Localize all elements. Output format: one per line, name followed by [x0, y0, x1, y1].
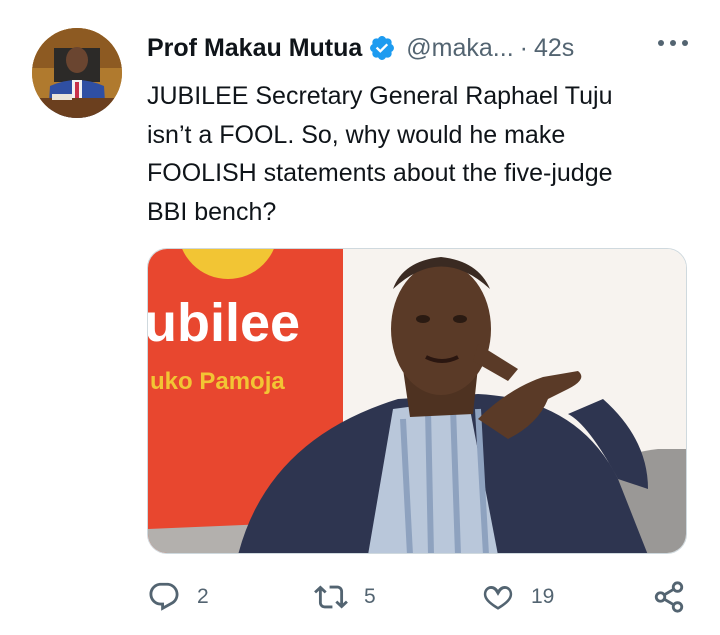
retweet-icon: [314, 585, 348, 609]
share-button[interactable]: [652, 580, 686, 614]
heart-icon: [483, 586, 513, 610]
author-handle[interactable]: @maka...: [406, 34, 513, 63]
separator-dot: ·: [519, 33, 528, 62]
reply-button[interactable]: 2: [147, 580, 209, 614]
author-name[interactable]: Prof Makau Mutua: [147, 34, 362, 63]
like-count: 19: [531, 585, 555, 608]
tweet-text: JUBILEE Secretary General Raphael Tuju i…: [147, 82, 613, 226]
sign-text-sub: uko Pamoja: [150, 368, 285, 395]
tweet-header: Prof Makau Mutua @maka... · 42s: [147, 28, 692, 68]
avatar-image: [32, 28, 122, 118]
more-options-icon[interactable]: [654, 32, 692, 54]
share-icon: [654, 581, 684, 613]
reply-count: 2: [197, 585, 209, 608]
verified-badge-icon: [370, 36, 395, 60]
retweet-count: 5: [364, 585, 376, 608]
sign-text-main: ubilee: [148, 293, 300, 353]
timestamp[interactable]: 42s: [534, 34, 574, 63]
avatar[interactable]: [32, 28, 122, 118]
like-button[interactable]: 19: [481, 580, 554, 614]
tweet-photo: ubilee uko Pamoja: [148, 249, 686, 553]
tweet-actions: 2 5 19: [0, 560, 720, 630]
tweet-media[interactable]: ubilee uko Pamoja: [147, 248, 687, 554]
retweet-button[interactable]: 5: [314, 580, 376, 614]
reply-icon: [149, 582, 179, 611]
